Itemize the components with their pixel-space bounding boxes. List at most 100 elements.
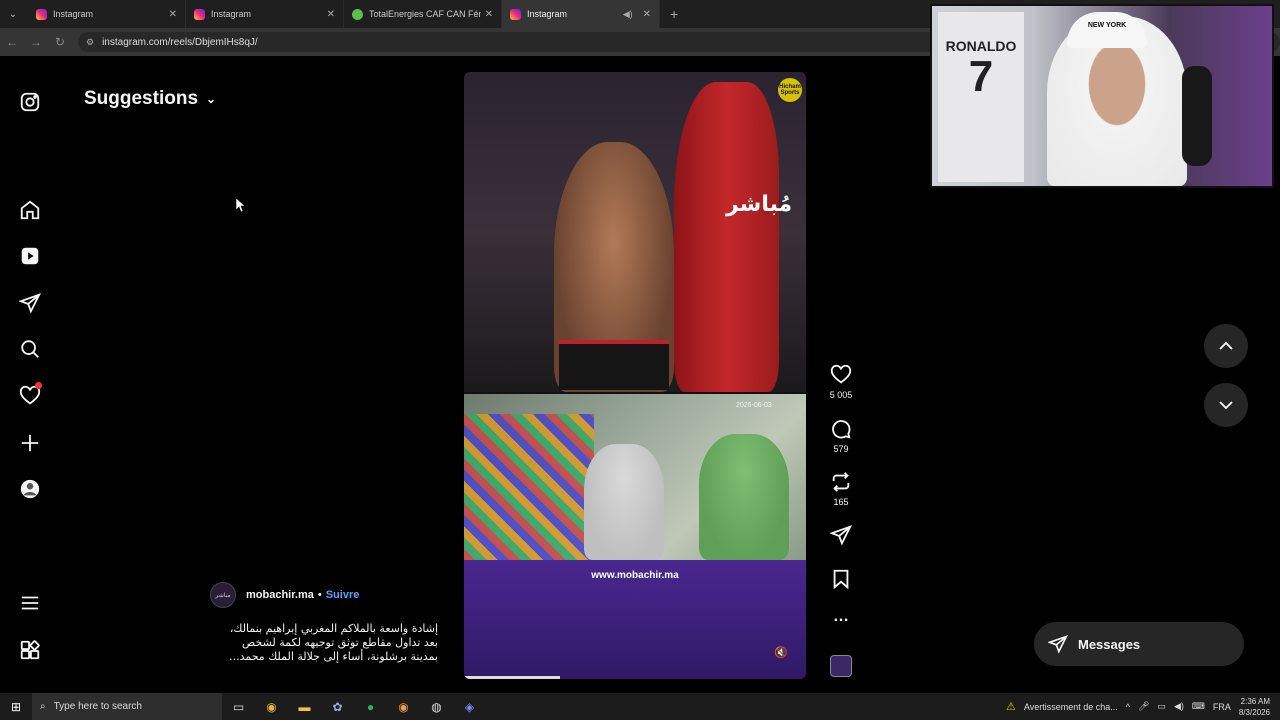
profile-avatar-icon[interactable] xyxy=(18,477,42,501)
bookmark-icon xyxy=(833,569,849,590)
reel-caption[interactable]: إشادة واسعة بالملاكم المغربي إبراهيم بنم… xyxy=(214,622,438,664)
comment-count: 579 xyxy=(833,444,849,454)
app-icon[interactable]: ✿ xyxy=(321,700,354,714)
tab-search-button[interactable]: ⌄ xyxy=(2,3,24,25)
browser-tab-1[interactable]: Instagram ✕ xyxy=(28,0,186,28)
taskbar-search-placeholder: Type here to search xyxy=(53,701,142,712)
volume-icon[interactable]: ◀) xyxy=(1174,701,1184,712)
reel-progress-bar[interactable] xyxy=(464,676,560,679)
file-explorer-icon[interactable]: ▬ xyxy=(288,700,321,714)
close-icon[interactable]: ✕ xyxy=(169,9,177,20)
like-count: 5 005 xyxy=(829,390,853,400)
caption-line: بعد تداول مقاطع توثق توجيهه لكمة لشخص xyxy=(242,636,438,649)
follow-button[interactable]: Suivre xyxy=(326,589,360,601)
more-options-button[interactable]: … xyxy=(826,608,856,626)
close-icon[interactable]: ✕ xyxy=(327,9,335,20)
network-icon[interactable]: ▭ xyxy=(1157,701,1166,712)
instagram-icon xyxy=(36,8,47,20)
clock-date: 8/3/2026 xyxy=(1238,707,1270,717)
reel-overlay-text: مُباشر xyxy=(726,192,793,217)
instagram-icon xyxy=(194,8,205,20)
windows-start-icon[interactable]: ⊞ xyxy=(0,700,32,714)
person-green-shirt xyxy=(699,434,789,560)
moroccan-flag xyxy=(674,82,779,392)
tab-title: TotalEnergies CAF CAN Fémini xyxy=(369,9,481,19)
repost-button[interactable]: 165 xyxy=(826,471,856,507)
chevron-up-icon[interactable]: ^ xyxy=(1126,702,1130,712)
instagram-sidebar xyxy=(0,60,60,690)
suggestions-dropdown[interactable]: Suggestions ⌄ xyxy=(84,88,216,110)
tab-title: Instagram xyxy=(211,9,252,19)
person-white-shirt xyxy=(584,444,664,560)
home-icon[interactable] xyxy=(18,198,42,222)
tab-title: Instagram xyxy=(53,9,94,19)
microphone xyxy=(1182,66,1212,166)
chevron-up-icon xyxy=(1219,341,1233,350)
site-info-icon[interactable]: ⚙ xyxy=(86,37,94,48)
obs-icon[interactable]: ◍ xyxy=(420,700,453,714)
system-tray: ⚠ Avertissement de cha... ^ 🎤︎ ▭ ◀) ⌨ FR… xyxy=(1006,693,1280,720)
reel-image-store: 2026-06-03 xyxy=(464,394,806,560)
reload-icon[interactable]: ↻ xyxy=(48,35,72,49)
share-button[interactable] xyxy=(826,524,856,546)
new-tab-button[interactable]: + xyxy=(670,6,678,22)
browser-tab-4[interactable]: Instagram ◀) ✕ xyxy=(502,0,660,28)
reels-icon[interactable] xyxy=(18,244,42,268)
cctv-timestamp: 2026-06-03 xyxy=(736,402,772,409)
instagram-logo-icon[interactable] xyxy=(18,90,42,114)
create-plus-icon[interactable] xyxy=(18,431,42,455)
tab-title: Instagram xyxy=(527,9,568,19)
taskbar-clock[interactable]: 2:36 AM 8/3/2026 xyxy=(1239,696,1270,718)
chevron-down-icon xyxy=(1219,401,1233,410)
close-icon[interactable]: ✕ xyxy=(485,9,493,20)
instagram-icon xyxy=(510,8,521,20)
notification-text[interactable]: Avertissement de cha... xyxy=(1024,702,1118,712)
mute-icon[interactable]: 🔇 xyxy=(774,646,788,659)
notifications-heart-icon[interactable] xyxy=(18,382,42,408)
caption-line: إشادة واسعة بالملاكم المغربي إبراهيم بنم… xyxy=(229,622,438,635)
wall-jersey: RONALDO 7 xyxy=(938,12,1024,182)
reel-video-player[interactable]: مُباشر Hicham Sports 2026-06-03 www.moba… xyxy=(464,72,806,679)
keyboard-icon[interactable]: ⌨ xyxy=(1192,701,1205,712)
speaker-icon[interactable]: ◀) xyxy=(623,9,633,20)
discord-icon[interactable]: ◈ xyxy=(453,700,486,714)
menu-hamburger-icon[interactable] xyxy=(18,591,42,615)
chrome-profile-icon[interactable]: ◉ xyxy=(387,700,420,714)
direct-messages-icon[interactable] xyxy=(18,291,42,315)
forward-arrow-icon[interactable]: → xyxy=(24,35,48,49)
task-view-icon[interactable]: ▭ xyxy=(222,700,255,714)
chevron-down-icon: ⌄ xyxy=(8,8,18,20)
notification-dot xyxy=(35,382,42,389)
chrome-icon[interactable]: ◉ xyxy=(255,700,288,714)
taskbar-search[interactable]: ⌕ Type here to search xyxy=(32,693,222,720)
search-icon[interactable] xyxy=(18,337,42,361)
audio-thumbnail[interactable] xyxy=(830,655,852,677)
store-shelf xyxy=(464,414,594,560)
back-arrow-icon[interactable]: ← xyxy=(0,35,24,49)
close-icon[interactable]: ✕ xyxy=(643,9,651,20)
browser-tab-2[interactable]: Instagram ✕ xyxy=(186,0,344,28)
reel-site-text: www.mobachir.ma xyxy=(591,570,679,581)
fighter-shorts xyxy=(559,340,669,390)
messages-button[interactable]: Messages xyxy=(1034,622,1244,666)
comment-button[interactable]: 579 xyxy=(826,418,856,454)
save-button[interactable] xyxy=(826,568,856,590)
next-reel-button[interactable] xyxy=(1204,383,1248,427)
repost-icon xyxy=(832,472,850,492)
webcam-overlay: RONALDO 7 NEW YORK xyxy=(930,4,1274,188)
mouse-cursor-icon xyxy=(236,198,246,212)
like-button[interactable]: 5 005 xyxy=(826,364,856,400)
author-avatar[interactable]: مباشر xyxy=(210,582,236,608)
jersey-number: 7 xyxy=(968,52,994,101)
browser-tab-3[interactable]: TotalEnergies CAF CAN Fémini ✕ xyxy=(344,0,502,28)
meta-apps-icon[interactable] xyxy=(18,638,42,662)
warning-icon[interactable]: ⚠ xyxy=(1006,700,1016,713)
author-username[interactable]: mobachir.ma xyxy=(246,589,314,601)
microphone-icon[interactable]: 🎤︎ xyxy=(1138,701,1149,712)
comment-icon xyxy=(832,420,851,439)
language-indicator[interactable]: FRA xyxy=(1213,702,1231,712)
messages-label: Messages xyxy=(1078,636,1141,652)
previous-reel-button[interactable] xyxy=(1204,324,1248,368)
spotify-icon[interactable]: ● xyxy=(354,700,387,714)
windows-taskbar: ⊞ ⌕ Type here to search ▭ ◉ ▬ ✿ ● ◉ ◍ ◈ … xyxy=(0,693,1280,720)
